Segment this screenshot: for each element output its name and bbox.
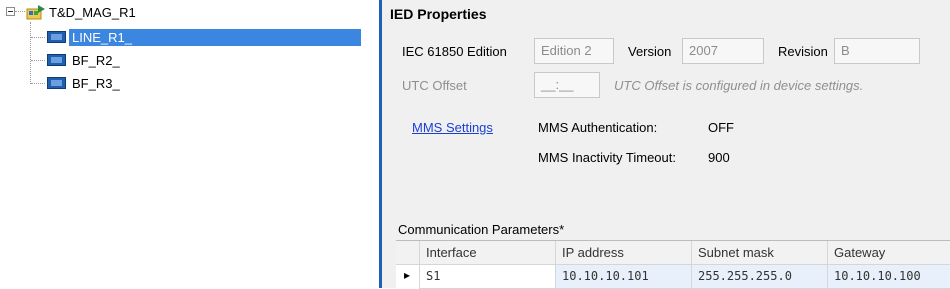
collapse-toggle[interactable] xyxy=(6,7,15,16)
utc-offset-label: UTC Offset xyxy=(402,78,467,93)
tree-connector xyxy=(31,83,45,84)
grid-corner-cell xyxy=(396,241,420,265)
revision-field[interactable]: B xyxy=(834,38,920,64)
utc-offset-note: UTC Offset is configured in device setti… xyxy=(614,78,864,93)
ied-device-icon xyxy=(47,77,66,89)
cell-subnet-mask[interactable]: 255.255.255.0 xyxy=(692,265,828,289)
tree-item-label: BF_R3_ xyxy=(72,75,120,91)
edition-label: IEC 61850 Edition xyxy=(402,44,507,59)
cell-ip-address[interactable]: 10.10.10.101 xyxy=(556,265,692,289)
row-selector-arrow[interactable] xyxy=(396,265,420,289)
comm-params-grid: Interface IP address Subnet mask Gateway… xyxy=(396,240,950,289)
cell-gateway[interactable]: 10.10.10.100 xyxy=(828,265,950,289)
tree-item-bf-r3[interactable]: BF_R3_ xyxy=(47,73,123,93)
mms-timeout-label: MMS Inactivity Timeout: xyxy=(538,150,676,165)
ied-device-icon xyxy=(47,31,66,43)
tree-root-label: T&D_MAG_R1 xyxy=(49,4,136,20)
mms-authentication-value: OFF xyxy=(708,120,734,135)
ied-tree: T&D_MAG_R1 LINE_R1_ BF_R2_ BF_R3_ xyxy=(0,0,376,288)
tree-connector xyxy=(31,37,45,38)
column-header-subnet-mask[interactable]: Subnet mask xyxy=(692,241,828,265)
mms-authentication-label: MMS Authentication: xyxy=(538,120,658,135)
ied-properties-panel: IED Properties IEC 61850 Edition Edition… xyxy=(379,0,950,289)
tree-root[interactable]: T&D_MAG_R1 xyxy=(26,2,139,22)
mms-settings-link[interactable]: MMS Settings xyxy=(412,120,493,135)
version-label: Version xyxy=(628,44,672,59)
cell-interface[interactable]: S1 xyxy=(420,265,556,289)
column-header-gateway[interactable]: Gateway xyxy=(828,241,950,265)
mms-timeout-value: 900 xyxy=(708,150,730,165)
version-field[interactable]: 2007 xyxy=(682,38,764,64)
comm-params-title: Communication Parameters* xyxy=(398,222,565,237)
utc-offset-field[interactable]: __:__ xyxy=(534,72,600,98)
substation-icon xyxy=(26,5,45,20)
edition-field[interactable]: Edition 2 xyxy=(534,38,614,64)
column-header-ip-address[interactable]: IP address xyxy=(556,241,692,265)
tree-connector xyxy=(31,60,45,61)
tree-connector xyxy=(30,22,31,84)
revision-label: Revision xyxy=(778,44,828,59)
tree-item-label: BF_R2_ xyxy=(72,52,120,68)
tree-item-bf-r2[interactable]: BF_R2_ xyxy=(47,50,123,70)
tree-connector xyxy=(15,11,25,12)
ied-device-icon xyxy=(47,54,66,66)
tree-item-label: LINE_R1_ xyxy=(69,28,361,46)
column-header-interface[interactable]: Interface xyxy=(420,241,556,265)
tree-item-line-r1[interactable]: LINE_R1_ xyxy=(47,27,361,47)
panel-title: IED Properties xyxy=(390,6,487,22)
